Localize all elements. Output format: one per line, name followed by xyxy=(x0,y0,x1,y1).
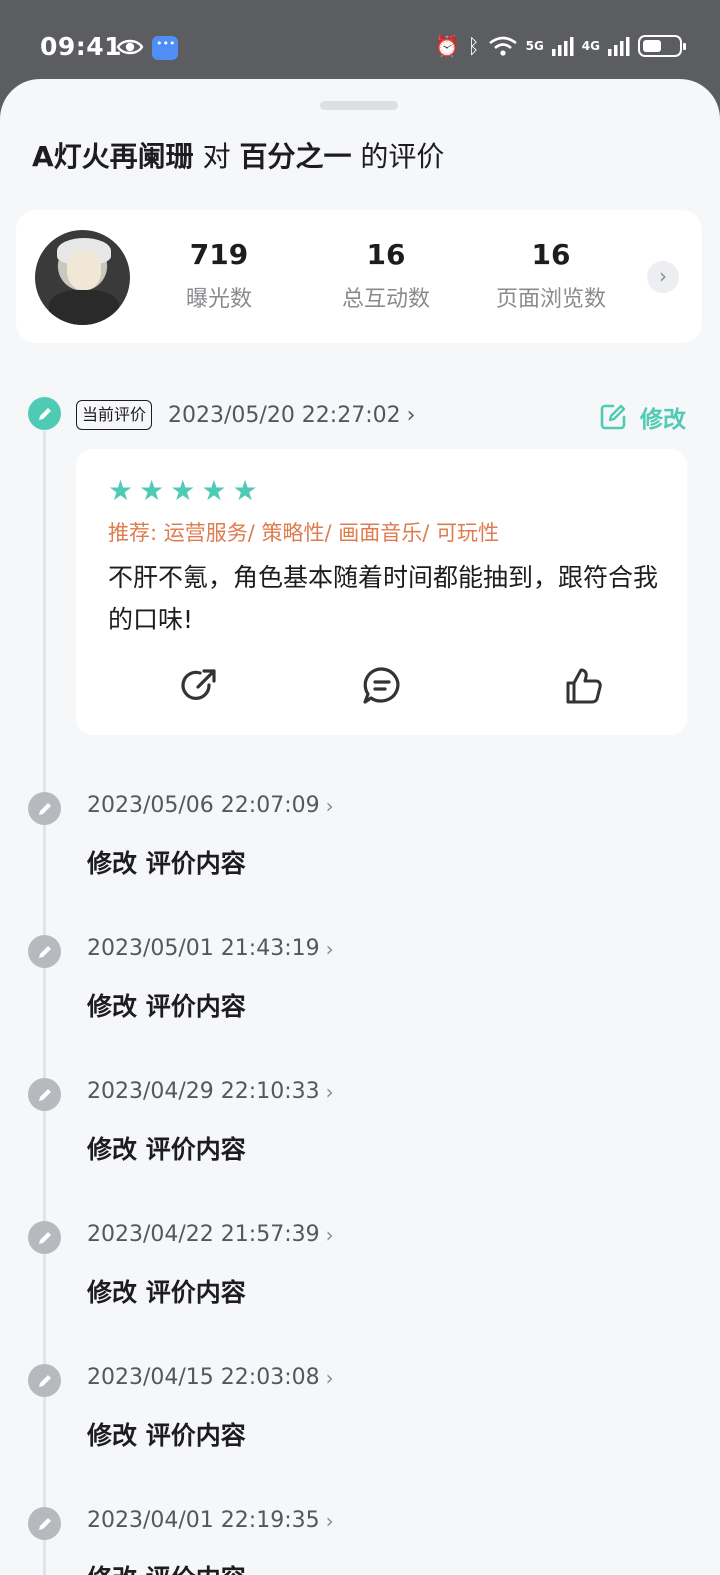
history-date-text: 2023/04/29 22:10:33 xyxy=(87,1079,320,1104)
chevron-right-icon: › xyxy=(325,1222,334,1247)
history-date[interactable]: 2023/04/01 22:19:35 › xyxy=(87,1508,334,1533)
pencil-icon xyxy=(28,1507,61,1540)
stat-interactions: 16 总互动数 xyxy=(311,238,461,313)
edit-review-button[interactable]: 修改 xyxy=(598,400,686,434)
history-date-text: 2023/05/06 22:07:09 xyxy=(87,793,320,818)
eye-icon xyxy=(116,39,144,55)
title-connector: 对 xyxy=(202,140,231,173)
chevron-right-icon[interactable]: › xyxy=(647,261,679,293)
signal-icon xyxy=(551,37,574,56)
chevron-right-icon: › xyxy=(325,936,334,961)
bluetooth-icon: ᛒ xyxy=(467,34,480,58)
history-date[interactable]: 2023/05/06 22:07:09 › xyxy=(87,793,334,818)
history-title: 修改 评价内容 xyxy=(87,1421,246,1450)
history-date-text: 2023/04/22 21:57:39 xyxy=(87,1222,320,1247)
share-icon xyxy=(181,669,216,700)
review-actions xyxy=(76,663,687,713)
share-button[interactable] xyxy=(176,663,222,709)
star-icon: ★ xyxy=(170,474,196,507)
like-button[interactable] xyxy=(561,663,607,709)
pencil-icon xyxy=(28,397,61,430)
history-date-text: 2023/04/15 22:03:08 xyxy=(87,1365,320,1390)
review-text: 不肝不氪，角色基本随着时间都能抽到，跟符合我的口味! xyxy=(108,563,659,634)
stat-label: 总互动数 xyxy=(341,287,430,312)
history-date[interactable]: 2023/05/01 21:43:19 › xyxy=(87,936,334,961)
review-history-sheet: A灯火再阑珊 对 百分之一 的评价 719 曝光数 16 总互动数 16 页面浏… xyxy=(0,79,720,1575)
signal-icon-2 xyxy=(608,37,630,56)
network-5g-label: 5G xyxy=(525,39,544,53)
game-name: 百分之一 xyxy=(239,140,352,173)
reviewer-name: A灯火再阑珊 xyxy=(32,140,194,173)
pencil-icon xyxy=(28,1364,61,1397)
edit-icon xyxy=(600,404,626,430)
stats-card[interactable]: 719 曝光数 16 总互动数 16 页面浏览数 › xyxy=(16,210,702,343)
battery-icon xyxy=(638,35,686,57)
stat-value: 16 xyxy=(366,238,406,271)
star-icon: ★ xyxy=(232,474,258,507)
timeline-line xyxy=(43,431,46,1575)
history-date-text: 2023/05/01 21:43:19 xyxy=(87,936,320,961)
history-title: 修改 评价内容 xyxy=(87,992,246,1021)
history-title: 修改 评价内容 xyxy=(87,1135,246,1164)
history-title: 修改 评价内容 xyxy=(87,849,246,878)
stat-label: 曝光数 xyxy=(185,287,252,312)
chevron-right-icon: › xyxy=(325,793,334,818)
network-4g-label: 4G xyxy=(581,39,600,53)
stat-label: 页面浏览数 xyxy=(495,287,606,312)
thumbs-up-icon xyxy=(566,668,602,704)
sheet-drag-handle[interactable] xyxy=(320,101,398,110)
chevron-right-icon: › xyxy=(325,1079,334,1104)
edit-review-label: 修改 xyxy=(640,407,686,433)
status-time: 09:41 xyxy=(40,32,123,61)
history-date[interactable]: 2023/04/22 21:57:39 › xyxy=(87,1222,334,1247)
avatar[interactable] xyxy=(35,230,130,325)
chevron-right-icon: › xyxy=(406,402,416,428)
title-suffix: 的评价 xyxy=(360,140,445,173)
pencil-icon xyxy=(28,935,61,968)
message-app-icon xyxy=(152,36,178,60)
current-review-date: 2023/05/20 22:27:02 xyxy=(168,402,401,428)
history-date[interactable]: 2023/04/15 22:03:08 › xyxy=(87,1365,334,1390)
chevron-right-icon: › xyxy=(325,1508,334,1533)
page-title: A灯火再阑珊 对 百分之一 的评价 xyxy=(32,135,444,175)
status-right-icons: ⏰ ᛒ 5G 4G xyxy=(434,34,686,58)
history-title: 修改 评价内容 xyxy=(87,1278,246,1307)
comment-button[interactable] xyxy=(359,663,405,709)
comment-icon xyxy=(363,667,400,704)
pencil-icon xyxy=(28,792,61,825)
history-date-text: 2023/04/01 22:19:35 xyxy=(87,1508,320,1533)
history-date[interactable]: 2023/04/29 22:10:33 › xyxy=(87,1079,334,1104)
alarm-icon: ⏰ xyxy=(434,34,460,58)
recommend-tags: 推荐: 运营服务/ 策略性/ 画面音乐/ 可玩性 xyxy=(108,521,500,545)
stat-page-views: 16 页面浏览数 xyxy=(476,238,626,313)
star-icon: ★ xyxy=(139,474,165,507)
current-review-header[interactable]: 当前评价 2023/05/20 22:27:02 › xyxy=(76,400,415,430)
star-icon: ★ xyxy=(108,474,134,507)
history-title: 修改 评价内容 xyxy=(87,1559,246,1575)
pencil-icon xyxy=(28,1078,61,1111)
star-icon: ★ xyxy=(201,474,227,507)
stat-value: 719 xyxy=(189,238,249,271)
stat-exposure: 719 曝光数 xyxy=(144,238,294,313)
pencil-icon xyxy=(28,1221,61,1254)
wifi-icon xyxy=(488,36,517,56)
chevron-right-icon: › xyxy=(325,1365,334,1390)
star-rating: ★ ★ ★ ★ ★ xyxy=(108,477,258,505)
stat-value: 16 xyxy=(531,238,571,271)
current-review-badge: 当前评价 xyxy=(76,400,153,430)
current-review-card[interactable]: ★ ★ ★ ★ ★ 推荐: 运营服务/ 策略性/ 画面音乐/ 可玩性 不肝不氪，… xyxy=(76,449,687,735)
